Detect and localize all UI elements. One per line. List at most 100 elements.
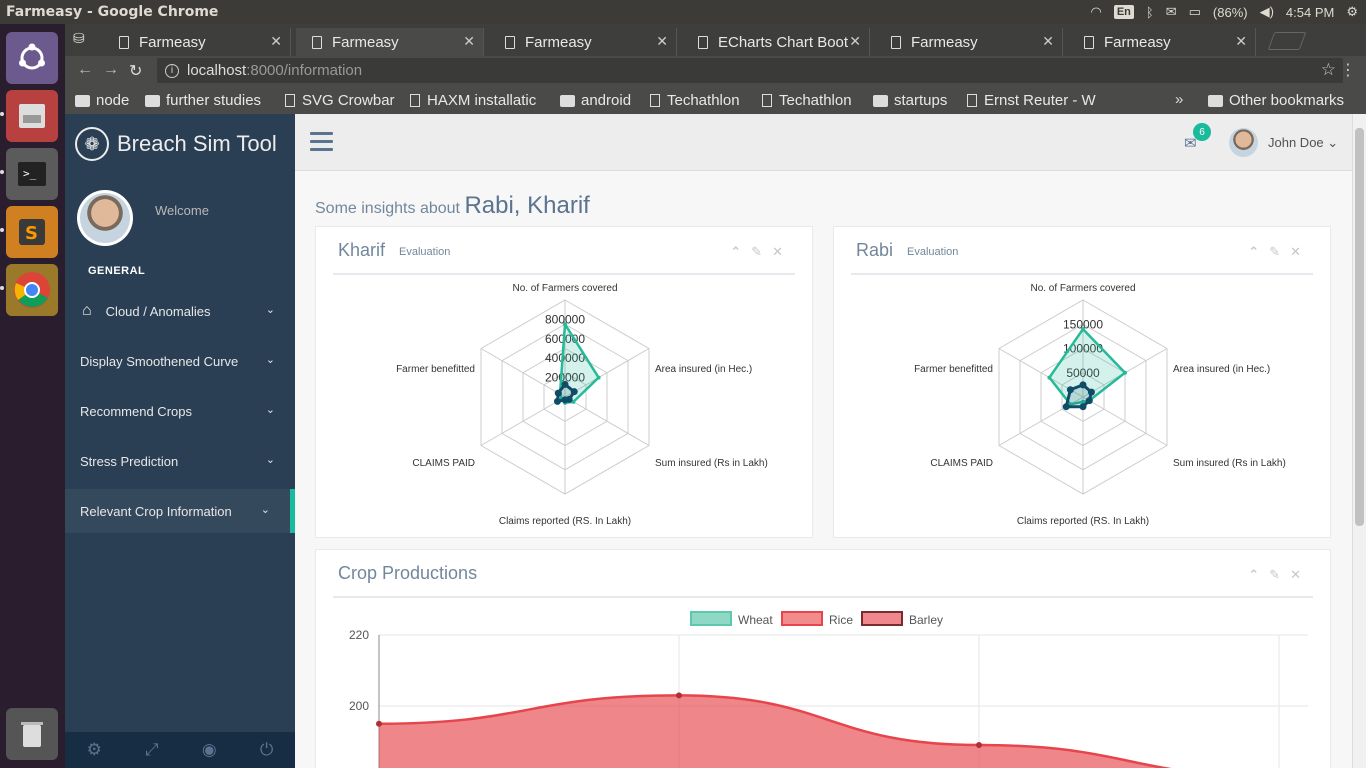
- page-scrollbar[interactable]: [1352, 114, 1366, 768]
- page-icon: [891, 35, 901, 49]
- radar-indicator-label: Area insured (in Hec.): [655, 364, 752, 375]
- close-tab-icon[interactable]: ✕: [463, 33, 475, 50]
- radar-data-point: [1081, 327, 1085, 332]
- mail-icon[interactable]: ✉: [1166, 4, 1177, 20]
- tab-strip: Farmeasy ✕ Farmeasy ✕ Farmeasy ✕ ECharts Chart…: [65, 24, 1366, 56]
- forward-icon[interactable]: →: [103, 61, 119, 79]
- ubuntu-home-icon[interactable]: [6, 32, 58, 84]
- bookmark-label: node: [96, 92, 130, 109]
- bookmark-item[interactable]: SVG Crowbar: [285, 92, 395, 109]
- sidebar-item[interactable]: Recommend Crops ⌄: [65, 389, 295, 433]
- browser-tab[interactable]: ECharts Chart Boot ✕: [682, 28, 870, 56]
- close-tab-icon[interactable]: ✕: [1042, 33, 1054, 50]
- settings-icon[interactable]: ⚙: [87, 740, 102, 760]
- language-indicator[interactable]: En: [1113, 5, 1134, 19]
- clock[interactable]: 4:54 PM: [1286, 5, 1334, 20]
- bookmark-item[interactable]: node: [75, 92, 129, 109]
- sidebar: ❁ Breach Sim Tool Welcome GENERAL ⌂ Cloud…: [65, 114, 295, 768]
- url-host: localhost: [187, 62, 247, 79]
- close-tab-icon[interactable]: ✕: [270, 33, 282, 50]
- kharif-panel: Kharif Evaluation ⌃ ✎ ✕ No. of Farmers cov…: [315, 226, 813, 538]
- bluetooth-icon[interactable]: ᛒ: [1146, 5, 1154, 20]
- legend-swatch: [690, 611, 732, 626]
- radar-data-point: [1123, 370, 1128, 375]
- bookmark-star-icon[interactable]: ☆: [1321, 60, 1336, 80]
- browser-tab[interactable]: Farmeasy ✕: [103, 28, 291, 56]
- page-icon: [410, 94, 420, 107]
- scrollbar-thumb[interactable]: [1355, 128, 1364, 526]
- sidebar-item[interactable]: Display Smoothened Curve ⌄: [65, 339, 295, 383]
- close-icon[interactable]: ✕: [772, 244, 783, 260]
- battery-percent[interactable]: (86%): [1213, 5, 1248, 20]
- fullscreen-icon[interactable]: ⤢: [145, 740, 159, 760]
- bookmark-item[interactable]: further studies: [145, 92, 261, 109]
- close-tab-icon[interactable]: ✕: [849, 33, 861, 50]
- tab-title: Farmeasy: [525, 33, 592, 51]
- wrench-icon[interactable]: ✎: [751, 244, 762, 260]
- settings-gear-icon[interactable]: ⚙: [1346, 4, 1358, 20]
- browser-tab[interactable]: Farmeasy ✕: [296, 28, 484, 56]
- tab-title: ECharts Chart Boot: [718, 33, 849, 51]
- new-tab-button[interactable]: [1267, 32, 1307, 50]
- bookmark-item[interactable]: Ernst Reuter - W: [967, 92, 1096, 109]
- more-bookmarks-icon[interactable]: »: [1175, 91, 1183, 108]
- chevron-down-icon: ⌄: [260, 504, 270, 516]
- user-avatar[interactable]: [1229, 128, 1258, 157]
- bookmark-item[interactable]: HAXM installatic: [410, 92, 536, 109]
- chrome-app-icon[interactable]: [0, 264, 58, 316]
- wrench-icon[interactable]: ✎: [1269, 244, 1280, 260]
- info-icon[interactable]: i: [165, 63, 179, 78]
- logout-power-icon[interactable]: ⏻: [260, 740, 273, 760]
- collapse-chevron-icon[interactable]: ⌃: [1248, 567, 1259, 583]
- volume-icon[interactable]: ◀): [1260, 4, 1274, 20]
- close-icon[interactable]: ✕: [1290, 244, 1301, 260]
- browser-menu-icon[interactable]: ⋮: [1340, 60, 1356, 80]
- radar-data-point: [561, 380, 569, 388]
- radar-indicator-label: Area insured (in Hec.): [1173, 364, 1270, 375]
- sidebar-item[interactable]: Stress Prediction ⌄: [65, 439, 295, 483]
- terminal-app-icon[interactable]: >_: [0, 148, 58, 200]
- sublime-text-app-icon[interactable]: S: [0, 206, 58, 258]
- menu-toggle-icon[interactable]: [310, 132, 333, 152]
- bookmark-item[interactable]: Techathlon: [762, 92, 852, 109]
- other-bookmarks-folder[interactable]: Other bookmarks: [1208, 92, 1344, 109]
- system-top-bar: Farmeasy - Google Chrome ◠ En ᛒ ✉ ▭ (86%…: [0, 0, 1366, 24]
- bookmark-item[interactable]: android: [560, 92, 631, 109]
- wrench-icon[interactable]: ✎: [1269, 567, 1280, 583]
- reload-icon[interactable]: ↻: [129, 61, 142, 81]
- sidebar-item[interactable]: ⌂ Cloud / Anomalies ⌄: [65, 289, 295, 333]
- kharif-radar-chart: No. of Farmers covered Area insured (in H…: [396, 283, 768, 527]
- sidebar-item[interactable]: Relevant Crop Information ⌄: [65, 489, 295, 533]
- radar-data-point: [1062, 403, 1070, 411]
- radar-indicator-label: Farmer benefitted: [914, 364, 993, 375]
- tab-title: Farmeasy: [1104, 33, 1171, 51]
- files-app-icon[interactable]: [0, 90, 58, 142]
- sidebar-item-label: Cloud / Anomalies: [105, 303, 211, 319]
- bookmark-item[interactable]: startups: [873, 92, 947, 109]
- brand[interactable]: ❁ Breach Sim Tool: [75, 126, 277, 162]
- user-menu[interactable]: John Doe ⌄: [1268, 135, 1338, 151]
- close-icon[interactable]: ✕: [1290, 567, 1301, 583]
- user-name: John Doe: [1268, 135, 1324, 150]
- wifi-icon[interactable]: ◠: [1090, 4, 1101, 20]
- trash-icon[interactable]: [6, 708, 58, 760]
- address-bar[interactable]: i localhost:8000/information: [157, 58, 1343, 83]
- page-icon: [698, 35, 708, 49]
- panel-title: Rabi: [856, 239, 894, 260]
- radar-indicator-label: Claims reported (RS. In Lakh): [1017, 516, 1149, 527]
- sidebar-item-label: Relevant Crop Information: [80, 503, 232, 519]
- browser-tab[interactable]: Farmeasy ✕: [1068, 28, 1256, 56]
- lock-eye-icon[interactable]: ◉: [202, 740, 217, 760]
- battery-icon[interactable]: ▭: [1189, 4, 1201, 20]
- page-title-prefix: Some insights about: [315, 200, 460, 217]
- close-tab-icon[interactable]: ✕: [656, 33, 668, 50]
- bookmark-label: Techathlon: [779, 92, 852, 109]
- collapse-chevron-icon[interactable]: ⌃: [730, 244, 741, 260]
- close-tab-icon[interactable]: ✕: [1235, 33, 1247, 50]
- bookmark-item[interactable]: Techathlon: [650, 92, 740, 109]
- legend-swatch: [861, 611, 903, 626]
- browser-tab[interactable]: Farmeasy ✕: [875, 28, 1063, 56]
- browser-tab[interactable]: Farmeasy ✕: [489, 28, 677, 56]
- back-icon[interactable]: ←: [77, 61, 93, 79]
- collapse-chevron-icon[interactable]: ⌃: [1248, 244, 1259, 260]
